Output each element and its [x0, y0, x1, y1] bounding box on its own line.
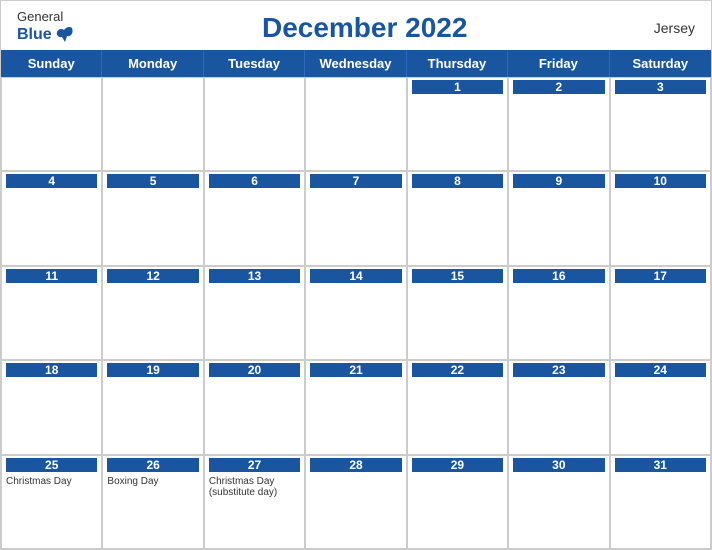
calendar-cell: 2	[508, 77, 609, 171]
cell-date-number: 1	[412, 80, 503, 94]
calendar-cell: 21	[305, 360, 406, 454]
cell-date-number: 9	[513, 174, 604, 188]
calendar-cell: 14	[305, 266, 406, 360]
day-header-tuesday: Tuesday	[204, 50, 305, 77]
cell-date-number: 11	[6, 269, 97, 283]
calendar-cell: 12	[102, 266, 203, 360]
cell-date-number: 7	[310, 174, 401, 188]
calendar-cell: 29	[407, 455, 508, 549]
calendar-cell: 24	[610, 360, 711, 454]
logo-blue-area: Blue	[17, 24, 76, 46]
calendar-cell: 8	[407, 171, 508, 265]
day-header-thursday: Thursday	[407, 50, 508, 77]
cell-date-number: 21	[310, 363, 401, 377]
calendar-cell: 13	[204, 266, 305, 360]
calendar-cell: 31	[610, 455, 711, 549]
cell-date-number: 4	[6, 174, 97, 188]
cell-event: Christmas Day	[6, 476, 97, 487]
cell-date-number: 24	[615, 363, 706, 377]
day-header-saturday: Saturday	[610, 50, 711, 77]
cell-date-number: 6	[209, 174, 300, 188]
calendar-cell: 28	[305, 455, 406, 549]
cell-date-number: 18	[6, 363, 97, 377]
calendar-cell	[102, 77, 203, 171]
cell-date-number: 22	[412, 363, 503, 377]
calendar-cell: 18	[1, 360, 102, 454]
cell-date-number: 13	[209, 269, 300, 283]
day-header-sunday: Sunday	[1, 50, 102, 77]
calendar-cell: 10	[610, 171, 711, 265]
calendar-cell: 6	[204, 171, 305, 265]
calendar: General Blue December 2022 Jersey Sunday…	[0, 0, 712, 550]
day-headers-row: SundayMondayTuesdayWednesdayThursdayFrid…	[1, 50, 711, 77]
calendar-cell: 19	[102, 360, 203, 454]
calendar-header: General Blue December 2022 Jersey	[1, 1, 711, 50]
cell-date-number: 30	[513, 458, 604, 472]
cell-date-number: 31	[615, 458, 706, 472]
calendar-cell: 22	[407, 360, 508, 454]
calendar-cell: 9	[508, 171, 609, 265]
logo-bird-icon	[54, 24, 76, 46]
calendar-cell	[305, 77, 406, 171]
calendar-cell: 11	[1, 266, 102, 360]
cell-date-number: 27	[209, 458, 300, 472]
calendar-cell: 5	[102, 171, 203, 265]
cell-date-number: 19	[107, 363, 198, 377]
logo: General Blue	[17, 9, 76, 46]
calendar-cell	[1, 77, 102, 171]
cell-date-number: 5	[107, 174, 198, 188]
calendar-cell: 25 Christmas Day	[1, 455, 102, 549]
cell-date-number: 12	[107, 269, 198, 283]
calendar-cell: 27 Christmas Day (substitute day)	[204, 455, 305, 549]
cell-date-number: 25	[6, 458, 97, 472]
calendar-cell: 16	[508, 266, 609, 360]
country-label: Jersey	[654, 20, 695, 36]
cell-date-number: 8	[412, 174, 503, 188]
cell-event: Christmas Day (substitute day)	[209, 476, 300, 498]
calendar-cell: 7	[305, 171, 406, 265]
calendar-title: December 2022	[262, 12, 467, 44]
calendar-cell	[204, 77, 305, 171]
calendar-cell: 23	[508, 360, 609, 454]
calendar-cell: 15	[407, 266, 508, 360]
cell-date-number: 15	[412, 269, 503, 283]
cell-date-number: 16	[513, 269, 604, 283]
calendar-cell: 4	[1, 171, 102, 265]
cell-date-number: 14	[310, 269, 401, 283]
cell-date-number: 2	[513, 80, 604, 94]
cell-date-number: 20	[209, 363, 300, 377]
logo-general-text: General	[17, 9, 63, 24]
day-header-wednesday: Wednesday	[305, 50, 406, 77]
logo-blue-text: Blue	[17, 26, 52, 44]
cell-date-number: 26	[107, 458, 198, 472]
calendar-cell: 26 Boxing Day	[102, 455, 203, 549]
day-header-friday: Friday	[508, 50, 609, 77]
cell-date-number: 28	[310, 458, 401, 472]
calendar-cell: 3	[610, 77, 711, 171]
cell-date-number: 10	[615, 174, 706, 188]
cell-event: Boxing Day	[107, 476, 198, 487]
calendar-cell: 20	[204, 360, 305, 454]
calendar-cell: 1	[407, 77, 508, 171]
calendar-cell: 17	[610, 266, 711, 360]
cell-date-number: 17	[615, 269, 706, 283]
day-header-monday: Monday	[102, 50, 203, 77]
calendar-grid: 1234567891011121314151617181920212223242…	[1, 77, 711, 549]
cell-date-number: 29	[412, 458, 503, 472]
cell-date-number: 3	[615, 80, 706, 94]
cell-date-number: 23	[513, 363, 604, 377]
calendar-cell: 30	[508, 455, 609, 549]
